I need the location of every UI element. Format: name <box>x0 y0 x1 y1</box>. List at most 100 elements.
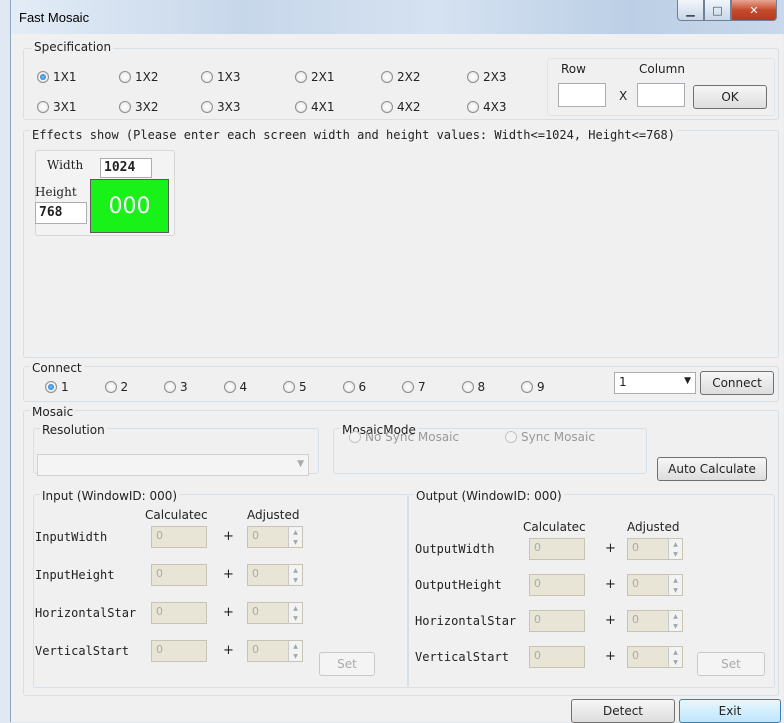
connect-radio-6[interactable]: 6 <box>342 380 366 394</box>
connect-radio-7[interactable]: 7 <box>402 380 426 394</box>
plus-sign: + <box>223 567 234 582</box>
effects-title: Effects show (Please enter each screen w… <box>30 128 677 142</box>
spec-radio-1x2[interactable]: 1X2 <box>119 70 159 84</box>
screen-tile[interactable]: 000 <box>90 179 169 233</box>
connect-radio-9[interactable]: 9 <box>521 380 545 394</box>
connect-radio-5[interactable]: 5 <box>283 380 307 394</box>
width-input[interactable]: 1024 <box>100 158 152 178</box>
ok-button[interactable]: OK <box>693 85 767 109</box>
output-adjusted-spinner[interactable]: 0 ▲ ▼ <box>627 538 683 560</box>
chevron-down-icon: ▼ <box>297 459 304 469</box>
spinner-arrows-icon[interactable]: ▲ ▼ <box>668 611 682 631</box>
input-row-label: InputHeight <box>35 568 115 582</box>
sync-mosaic-radio[interactable]: Sync Mosaic <box>505 430 595 444</box>
connect-radio-label: 7 <box>418 380 426 394</box>
resolution-title: Resolution <box>40 423 107 437</box>
spinner-arrows-icon[interactable]: ▲ ▼ <box>668 539 682 559</box>
radio-dot <box>381 71 393 83</box>
spec-radio-label: 2X3 <box>483 70 507 84</box>
output-calculated-field: 0 <box>529 646 585 668</box>
input-adjusted-spinner[interactable]: 0 ▲ ▼ <box>247 640 303 662</box>
input-row-label: InputWidth <box>35 530 108 544</box>
input-calculated-field: 0 <box>151 640 207 662</box>
input-set-button[interactable]: Set <box>319 652 375 676</box>
spec-radio-3x2[interactable]: 3X2 <box>119 100 159 114</box>
connect-radio-1[interactable]: 1 <box>45 380 69 394</box>
exit-button[interactable]: Exit <box>679 699 781 723</box>
radio-dot <box>402 381 414 393</box>
spec-radio-1x3[interactable]: 1X3 <box>201 70 241 84</box>
auto-calculate-button[interactable]: Auto Calculate <box>657 457 767 481</box>
input-calculated-field: 0 <box>151 564 207 586</box>
height-input[interactable]: 768 <box>35 202 87 224</box>
connect-dropdown[interactable]: 1 ▼ <box>614 372 696 394</box>
fast-mosaic-window: Fast Mosaic ▁ □ ✕ Specification 1X1 1X2 1X… <box>10 0 784 723</box>
connect-radio-label: 5 <box>299 380 307 394</box>
input-row-label: VerticalStart <box>35 644 129 658</box>
spec-radio-2x1[interactable]: 2X1 <box>295 70 335 84</box>
maximize-button[interactable]: □ <box>704 0 731 21</box>
spec-radio-label: 4X3 <box>483 100 507 114</box>
spinner-arrows-icon[interactable]: ▲ ▼ <box>668 575 682 595</box>
title-bar: Fast Mosaic ▁ □ ✕ <box>11 0 784 34</box>
connect-radio-3[interactable]: 3 <box>164 380 188 394</box>
spinner-arrows-icon[interactable]: ▲ ▼ <box>288 527 302 547</box>
spec-radio-3x1[interactable]: 3X1 <box>37 100 77 114</box>
spec-radio-4x2[interactable]: 4X2 <box>381 100 421 114</box>
radio-dot <box>467 71 479 83</box>
connect-radio-4[interactable]: 4 <box>223 380 247 394</box>
connect-dropdown-value: 1 <box>619 375 627 389</box>
minimize-button[interactable]: ▁ <box>677 0 704 21</box>
spec-radio-4x1[interactable]: 4X1 <box>295 100 335 114</box>
connect-radio-8[interactable]: 8 <box>461 380 485 394</box>
detect-button[interactable]: Detect <box>571 699 675 723</box>
spinner-arrows-icon[interactable]: ▲ ▼ <box>288 641 302 661</box>
spec-radio-2x3[interactable]: 2X3 <box>467 70 507 84</box>
spinner-arrows-icon[interactable]: ▲ ▼ <box>668 647 682 667</box>
input-adjusted-spinner[interactable]: 0 ▲ ▼ <box>247 564 303 586</box>
radio-dot <box>119 101 131 113</box>
window-content: Specification 1X1 1X2 1X3 2X1 2X2 2X3 3X1 3X2 3X… <box>11 34 783 723</box>
output-row-label: OutputHeight <box>415 578 502 592</box>
output-row-label: HorizontalStar <box>415 614 517 628</box>
output-adjusted-spinner[interactable]: 0 ▲ ▼ <box>627 610 683 632</box>
spec-radio-label: 3X2 <box>135 100 159 114</box>
connect-button[interactable]: Connect <box>700 371 774 395</box>
connect-title: Connect <box>30 361 84 375</box>
row-input[interactable] <box>558 83 606 107</box>
output-calculated-field: 0 <box>529 538 585 560</box>
close-button[interactable]: ✕ <box>731 0 777 21</box>
connect-radio-2[interactable]: 2 <box>104 380 129 394</box>
output-set-button[interactable]: Set <box>697 652 765 676</box>
spec-radio-3x3[interactable]: 3X3 <box>201 100 241 114</box>
connect-radio-label: 2 <box>120 380 129 394</box>
spinner-value: 0 <box>252 605 259 618</box>
output-calculated-field: 0 <box>529 610 585 632</box>
resolution-dropdown[interactable]: ▼ <box>37 454 309 476</box>
radio-dot <box>201 71 213 83</box>
spec-radio-4x3[interactable]: 4X3 <box>467 100 507 114</box>
spinner-arrows-icon[interactable]: ▲ ▼ <box>288 565 302 585</box>
output-adjusted-spinner[interactable]: 0 ▲ ▼ <box>627 646 683 668</box>
spec-radio-2x2[interactable]: 2X2 <box>381 70 421 84</box>
input-row-label: HorizontalStar <box>35 606 137 620</box>
output-calculated-field: 0 <box>529 574 585 596</box>
column-input[interactable] <box>637 83 685 107</box>
output-adjusted-spinner[interactable]: 0 ▲ ▼ <box>627 574 683 596</box>
no-sync-mosaic-radio[interactable]: No Sync Mosaic <box>349 430 459 444</box>
radio-dot <box>467 101 479 113</box>
spinner-value: 0 <box>252 529 259 542</box>
plus-sign: + <box>605 577 616 592</box>
input-calc-header: Calculatec <box>145 508 208 522</box>
input-adjusted-spinner[interactable]: 0 ▲ ▼ <box>247 526 303 548</box>
input-adjusted-spinner[interactable]: 0 ▲ ▼ <box>247 602 303 624</box>
output-adj-header: Adjusted <box>627 520 680 534</box>
spec-radio-1x1[interactable]: 1X1 <box>37 70 77 84</box>
column-label: Column <box>639 62 685 76</box>
spinner-arrows-icon[interactable]: ▲ ▼ <box>288 603 302 623</box>
connect-radio-label: 3 <box>180 380 188 394</box>
radio-dot <box>295 71 307 83</box>
plus-sign: + <box>605 649 616 664</box>
spec-radio-label: 2X2 <box>397 70 421 84</box>
height-label: Height <box>35 185 77 199</box>
